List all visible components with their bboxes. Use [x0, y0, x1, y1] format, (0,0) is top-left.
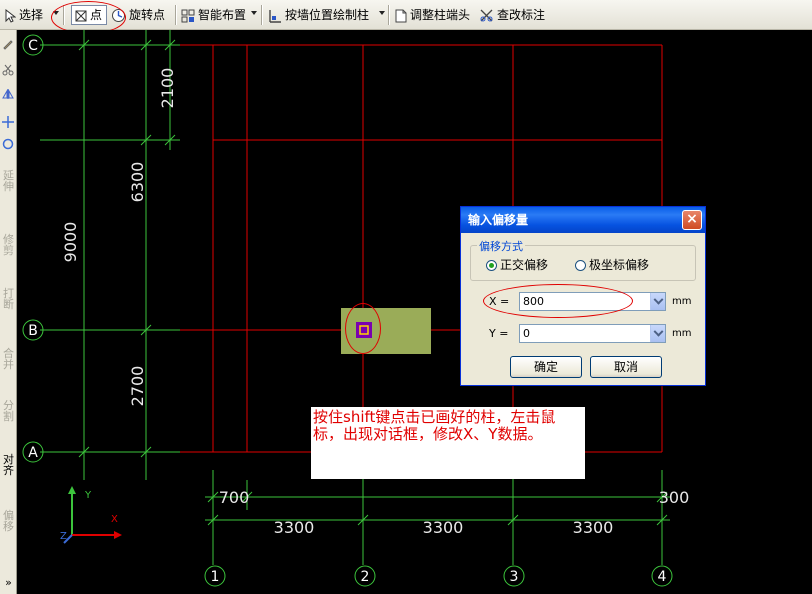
y-offset-combo[interactable]: 0	[519, 324, 666, 343]
radio-orthogonal[interactable]: 正交偏移	[486, 258, 548, 272]
offset-mode-label: 偏移方式	[477, 238, 525, 254]
ucs-z-label: Z	[60, 531, 67, 542]
highlight-ellipse-x-input	[483, 284, 633, 318]
axis-label-2: 2	[361, 569, 370, 585]
toolbar-separator	[388, 5, 390, 25]
dialog-title-bar[interactable]: 输入偏移量 ×	[461, 207, 705, 233]
document-icon	[395, 9, 407, 22]
ucs-y-label: Y	[84, 490, 92, 501]
offset-mode-group: 偏移方式 正交偏移 极坐标偏移	[470, 238, 696, 281]
dialog-title: 输入偏移量	[468, 213, 529, 227]
close-icon[interactable]: ×	[682, 210, 702, 230]
toolbar-separator	[175, 5, 177, 25]
dim-span-3: 3300	[573, 518, 614, 537]
smart-layout-dropdown-arrow[interactable]	[251, 11, 257, 15]
rotate-icon[interactable]	[2, 138, 14, 150]
y-offset-value[interactable]: 0	[523, 326, 530, 342]
grid-layout-icon	[181, 9, 195, 22]
ucs-x-label: X	[111, 514, 118, 525]
mirror-icon[interactable]	[2, 88, 14, 100]
radio-orthogonal-label: 正交偏移	[500, 258, 549, 272]
x-unit-label: mm	[672, 296, 692, 307]
wall-column-icon	[269, 9, 281, 23]
dim-left-top: 2100	[158, 68, 177, 109]
axis-label-4: 4	[658, 569, 667, 585]
select-button[interactable]: 选择	[4, 4, 43, 26]
axis-label-a: A	[28, 445, 38, 461]
dimension-edit-icon	[480, 9, 493, 22]
radio-unchecked-icon	[575, 260, 586, 271]
axis-label-3: 3	[510, 569, 519, 585]
instruction-note: 按住shift键点击已画好的柱，左击鼠标，出现对话框，修改X、Y数据。	[311, 407, 585, 479]
draw-by-wall-dropdown-arrow[interactable]	[379, 11, 385, 15]
ok-button[interactable]: 确定	[510, 356, 582, 378]
y-field-label: Y =	[489, 327, 509, 340]
side-toolbar: 延伸 修剪 打断 合并 分割 对齐 偏移 »	[0, 30, 17, 594]
axis-label-b: B	[28, 323, 38, 339]
side-break[interactable]: 打断	[1, 288, 16, 310]
axis-label-1: 1	[211, 569, 220, 585]
check-label-button[interactable]: 查改标注	[479, 4, 545, 26]
side-trim[interactable]: 修剪	[1, 234, 16, 256]
toolbar-separator	[261, 5, 263, 25]
radio-polar[interactable]: 极坐标偏移	[575, 258, 649, 272]
cursor-icon	[5, 8, 16, 23]
dim-span-2: 3300	[423, 518, 464, 537]
dim-left-lower: 2700	[128, 366, 147, 407]
adjust-column-end-label: 调整柱端头	[410, 8, 471, 22]
select-label: 选择	[19, 8, 44, 22]
radio-checked-icon	[486, 260, 497, 271]
side-align[interactable]: 对齐	[1, 454, 16, 476]
check-label-label: 查改标注	[497, 8, 546, 22]
dim-left-total: 9000	[61, 222, 80, 263]
adjust-column-end-button[interactable]: 调整柱端头	[394, 4, 470, 26]
radio-polar-label: 极坐标偏移	[589, 258, 650, 272]
expand-chevron-icon[interactable]: »	[1, 577, 16, 588]
y-unit-label: mm	[672, 328, 692, 339]
side-merge[interactable]: 合并	[1, 348, 16, 370]
smart-layout-label: 智能布置	[198, 8, 247, 22]
highlight-ellipse-column	[345, 303, 381, 354]
draw-by-wall-label: 按墙位置绘制柱	[285, 8, 370, 22]
dim-bottom-right-offset: 300	[659, 488, 690, 507]
axis-label-c: C	[28, 38, 38, 54]
rotate-point-label: 旋转点	[129, 8, 166, 22]
dim-left-upper: 6300	[128, 162, 147, 203]
chevron-down-icon[interactable]	[650, 325, 665, 342]
move-icon[interactable]	[2, 116, 14, 128]
smart-layout-button[interactable]: 智能布置	[181, 4, 246, 26]
pencil-icon[interactable]	[2, 38, 14, 50]
draw-by-wall-button[interactable]: 按墙位置绘制柱	[268, 4, 369, 26]
dim-bottom-left-offset: 700	[219, 488, 250, 507]
scissors-icon[interactable]	[2, 64, 14, 76]
side-split[interactable]: 分割	[1, 400, 16, 422]
dim-span-1: 3300	[274, 518, 315, 537]
side-offset[interactable]: 偏移	[1, 510, 16, 532]
side-extend[interactable]: 延伸	[1, 170, 16, 192]
cancel-button[interactable]: 取消	[590, 356, 662, 378]
chevron-down-icon[interactable]	[650, 293, 665, 310]
